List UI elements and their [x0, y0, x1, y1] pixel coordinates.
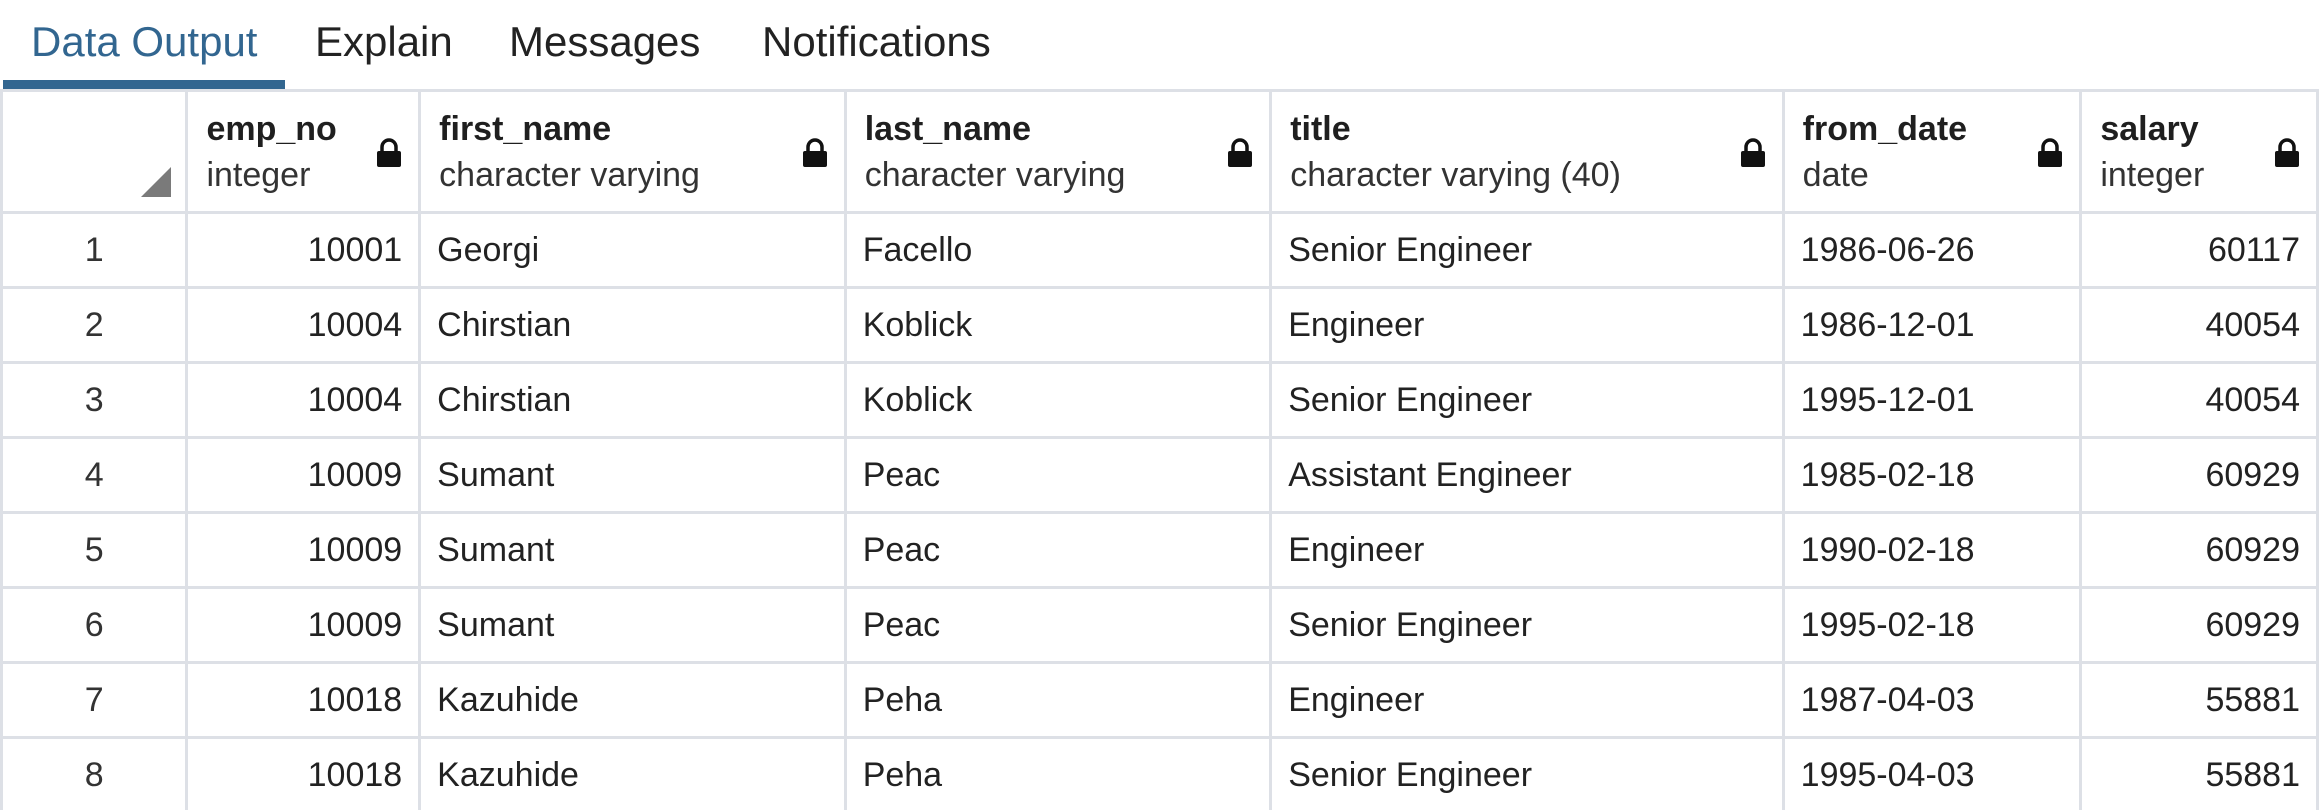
cell-from-date[interactable]: 1987-04-03	[1781, 661, 2083, 739]
table-row: 1 10001 Georgi Facello Senior Engineer 1…	[0, 211, 2319, 289]
lock-icon	[2038, 138, 2063, 167]
cell-from-date[interactable]: 1985-02-18	[1781, 436, 2083, 514]
column-name: from_date	[1802, 109, 1968, 148]
table-row: 5 10009 Sumant Peac Engineer 1990-02-18 …	[0, 511, 2319, 589]
table-row: 3 10004 Chirstian Koblick Senior Enginee…	[0, 361, 2319, 439]
cell-salary[interactable]: 60117	[2079, 211, 2319, 289]
cell-last-name[interactable]: Peac	[843, 511, 1273, 589]
cell-first-name[interactable]: Georgi	[418, 211, 847, 289]
row-number[interactable]: 1	[0, 211, 189, 289]
header-row: emp_no integer first_name character vary…	[0, 89, 2319, 214]
cell-last-name[interactable]: Facello	[843, 211, 1273, 289]
select-all-corner[interactable]	[0, 89, 189, 214]
cell-last-name[interactable]: Peac	[843, 436, 1273, 514]
cell-from-date[interactable]: 1995-02-18	[1781, 586, 2083, 664]
column-name: title	[1290, 109, 1351, 148]
column-header-last-name[interactable]: last_name character varying	[843, 89, 1273, 214]
column-header-title[interactable]: title character varying (40)	[1269, 89, 1785, 214]
results-table: emp_no integer first_name character vary…	[0, 89, 2319, 810]
data-grid[interactable]: emp_no integer first_name character vary…	[0, 89, 2319, 810]
cell-emp-no[interactable]: 10004	[185, 286, 422, 364]
cell-first-name[interactable]: Chirstian	[418, 286, 847, 364]
cell-title[interactable]: Engineer	[1269, 661, 1785, 739]
cell-from-date[interactable]: 1986-12-01	[1781, 286, 2083, 364]
tab-data-output[interactable]: Data Output	[31, 14, 257, 74]
row-number[interactable]: 5	[0, 511, 189, 589]
table-row: 2 10004 Chirstian Koblick Engineer 1986-…	[0, 286, 2319, 364]
tab-notifications[interactable]: Notifications	[762, 14, 991, 74]
cell-title[interactable]: Senior Engineer	[1269, 586, 1785, 664]
column-header-salary[interactable]: salary integer	[2079, 89, 2319, 214]
cell-salary[interactable]: 55881	[2079, 661, 2319, 739]
active-tab-indicator	[3, 80, 285, 89]
cell-salary[interactable]: 60929	[2079, 511, 2319, 589]
tab-explain[interactable]: Explain	[315, 14, 453, 74]
column-type: character varying	[439, 155, 700, 194]
cell-title[interactable]: Senior Engineer	[1269, 361, 1785, 439]
lock-icon	[802, 138, 827, 167]
row-number[interactable]: 3	[0, 361, 189, 439]
column-type: character varying	[864, 155, 1126, 194]
cell-first-name[interactable]: Kazuhide	[418, 736, 847, 810]
result-tabs: Data Output Explain Messages Notificatio…	[0, 0, 2319, 90]
cell-emp-no[interactable]: 10004	[185, 361, 422, 439]
row-number[interactable]: 2	[0, 286, 189, 364]
cell-emp-no[interactable]: 10001	[185, 211, 422, 289]
cell-title[interactable]: Senior Engineer	[1269, 211, 1785, 289]
cell-last-name[interactable]: Peha	[843, 736, 1273, 810]
tab-messages[interactable]: Messages	[509, 14, 700, 74]
cell-from-date[interactable]: 1995-12-01	[1781, 361, 2083, 439]
lock-icon	[377, 138, 402, 167]
cell-emp-no[interactable]: 10009	[185, 436, 422, 514]
table-row: 8 10018 Kazuhide Peha Senior Engineer 19…	[0, 736, 2319, 810]
cell-last-name[interactable]: Koblick	[843, 361, 1273, 439]
cell-first-name[interactable]: Sumant	[418, 511, 847, 589]
lock-icon	[2275, 138, 2299, 167]
cell-title[interactable]: Assistant Engineer	[1269, 436, 1785, 514]
lock-icon	[1740, 138, 1765, 167]
row-number[interactable]: 4	[0, 436, 189, 514]
cell-salary[interactable]: 40054	[2079, 286, 2319, 364]
cell-title[interactable]: Engineer	[1269, 511, 1785, 589]
cell-from-date[interactable]: 1995-04-03	[1781, 736, 2083, 810]
column-name: first_name	[439, 109, 612, 148]
cell-emp-no[interactable]: 10018	[185, 736, 422, 810]
row-number[interactable]: 6	[0, 586, 189, 664]
lock-icon	[1228, 138, 1253, 167]
table-row: 4 10009 Sumant Peac Assistant Engineer 1…	[0, 436, 2319, 514]
column-header-emp-no[interactable]: emp_no integer	[185, 89, 422, 214]
cell-from-date[interactable]: 1990-02-18	[1781, 511, 2083, 589]
cell-salary[interactable]: 60929	[2079, 586, 2319, 664]
cell-first-name[interactable]: Sumant	[418, 586, 847, 664]
cell-salary[interactable]: 60929	[2079, 436, 2319, 514]
cell-first-name[interactable]: Chirstian	[418, 361, 847, 439]
row-number[interactable]: 7	[0, 661, 189, 739]
column-type: date	[1802, 155, 1869, 194]
cell-title[interactable]: Engineer	[1269, 286, 1785, 364]
cell-salary[interactable]: 55881	[2079, 736, 2319, 810]
row-number[interactable]: 8	[0, 736, 189, 810]
cell-last-name[interactable]: Koblick	[843, 286, 1273, 364]
table-row: 6 10009 Sumant Peac Senior Engineer 1995…	[0, 586, 2319, 664]
cell-emp-no[interactable]: 10009	[185, 586, 422, 664]
cell-first-name[interactable]: Sumant	[418, 436, 847, 514]
cell-emp-no[interactable]: 10018	[185, 661, 422, 739]
column-header-from-date[interactable]: from_date date	[1781, 89, 2083, 214]
cell-emp-no[interactable]: 10009	[185, 511, 422, 589]
column-type: character varying (40)	[1290, 155, 1621, 194]
table-row: 7 10018 Kazuhide Peha Engineer 1987-04-0…	[0, 661, 2319, 739]
cell-from-date[interactable]: 1986-06-26	[1781, 211, 2083, 289]
cell-first-name[interactable]: Kazuhide	[418, 661, 847, 739]
select-all-icon	[141, 167, 172, 197]
cell-last-name[interactable]: Peha	[843, 661, 1273, 739]
cell-salary[interactable]: 40054	[2079, 361, 2319, 439]
cell-title[interactable]: Senior Engineer	[1269, 736, 1785, 810]
column-name: last_name	[864, 109, 1032, 148]
column-header-first-name[interactable]: first_name character varying	[418, 89, 847, 214]
cell-last-name[interactable]: Peac	[843, 586, 1273, 664]
